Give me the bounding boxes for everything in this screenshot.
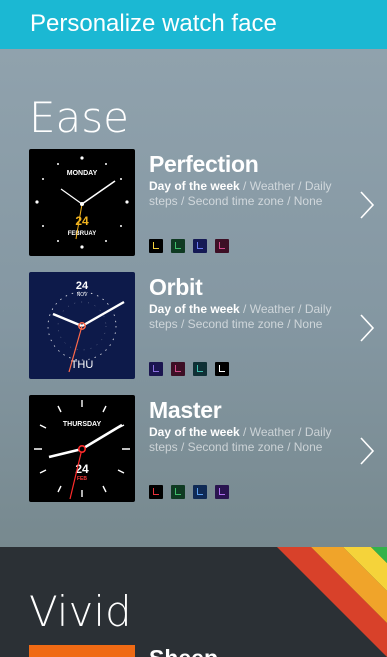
color-swatch[interactable] — [171, 362, 185, 376]
color-swatch[interactable] — [149, 362, 163, 376]
watch-face-name: Master — [149, 397, 222, 423]
color-swatch[interactable] — [193, 485, 207, 499]
color-swatches — [149, 485, 237, 499]
watch-face-item-orbit[interactable]: 24 NOV THU Orbit Day of the week / Weath… — [0, 272, 387, 382]
complication-selected: Day of the week — [149, 179, 240, 193]
watch-face-complications: Day of the week / Weather / Daily steps … — [149, 179, 345, 209]
color-swatches — [149, 362, 237, 376]
thumb-month-text: FEB — [77, 476, 87, 482]
color-swatch[interactable] — [193, 239, 207, 253]
section-title-ease: Ease — [29, 93, 129, 142]
thumb-date-text: 24 — [76, 280, 89, 292]
color-swatches — [149, 239, 237, 253]
thumb-day-text: THU — [71, 359, 94, 371]
chevron-right-icon[interactable] — [357, 312, 377, 344]
color-swatch[interactable] — [215, 485, 229, 499]
watch-face-name: Orbit — [149, 274, 203, 300]
watch-face-complications: Day of the week / Weather / Daily steps … — [149, 302, 345, 332]
thumb-month-text: FEBRUAY — [68, 231, 96, 237]
thumb-month-text: NOV — [77, 292, 89, 298]
chevron-right-icon[interactable] — [357, 435, 377, 467]
chevron-right-icon[interactable] — [357, 189, 377, 221]
watch-face-complications: Day of the week / Weather / Daily steps … — [149, 425, 345, 455]
color-swatch[interactable] — [215, 362, 229, 376]
color-swatch[interactable] — [215, 239, 229, 253]
section-ease: Ease MONDAY 24 FEBRUAY Perfection Day of… — [0, 49, 387, 547]
watch-face-name[interactable]: Sheep — [149, 645, 218, 657]
color-swatch[interactable] — [171, 485, 185, 499]
watch-face-item-master[interactable]: THURSDAY 24 FEB Master Day of the week /… — [0, 395, 387, 505]
thumb-day-text: MONDAY — [67, 170, 98, 177]
complication-selected: Day of the week — [149, 302, 240, 316]
top-app-bar: Personalize watch face — [0, 0, 387, 49]
watch-face-thumbnail: THURSDAY 24 FEB — [29, 395, 135, 502]
section-vivid: Vivid Sheep — [0, 547, 387, 657]
page-title: Personalize watch face — [30, 10, 277, 37]
decorative-stripes — [277, 547, 387, 657]
complication-selected: Day of the week — [149, 425, 240, 439]
watch-face-thumbnail: MONDAY 24 FEBRUAY — [29, 149, 135, 256]
watch-face-thumbnail[interactable] — [29, 645, 135, 657]
watch-face-thumbnail: 24 NOV THU — [29, 272, 135, 379]
thumb-date-text: 24 — [75, 214, 89, 228]
color-swatch[interactable] — [193, 362, 207, 376]
color-swatch[interactable] — [171, 239, 185, 253]
color-swatch[interactable] — [149, 239, 163, 253]
watch-face-item-perfection[interactable]: MONDAY 24 FEBRUAY Perfection Day of the … — [0, 149, 387, 259]
watch-face-name: Perfection — [149, 151, 259, 177]
color-swatch[interactable] — [149, 485, 163, 499]
section-title-vivid: Vivid — [29, 587, 132, 636]
thumb-day-text: THURSDAY — [63, 421, 102, 428]
